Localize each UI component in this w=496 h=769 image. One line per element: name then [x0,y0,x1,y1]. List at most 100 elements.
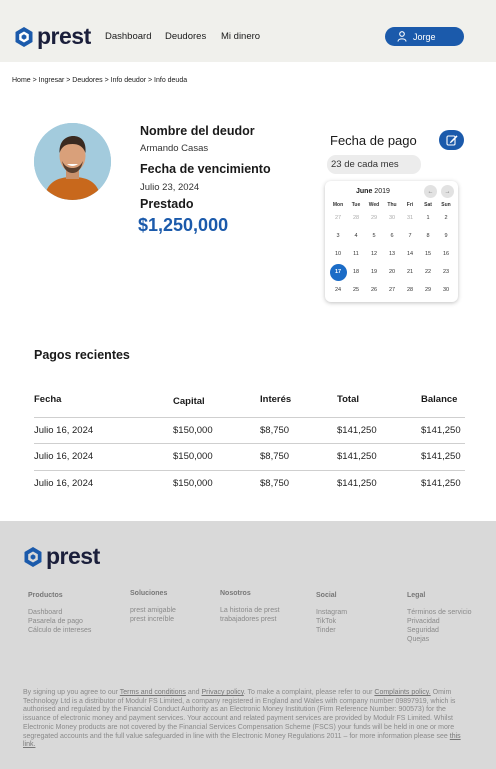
column-header-total: Total [337,394,359,405]
footer-link[interactable]: Seguridad [407,627,439,634]
cell-total: $141,250 [337,451,377,462]
calendar-month-year: June 2019 [356,188,390,195]
footer-link[interactable]: Quejas [407,636,429,643]
calendar-day[interactable]: 12 [365,247,383,261]
calendar-day[interactable]: 22 [419,265,437,279]
cell-capital: $150,000 [173,451,213,462]
cell-balance: $141,250 [421,478,461,489]
calendar-day[interactable]: 26 [365,283,383,297]
person-portrait-icon [34,123,111,200]
calendar-day[interactable]: 13 [383,247,401,261]
calendar-day[interactable]: 8 [419,229,437,243]
calendar-day[interactable]: 27 [329,211,347,225]
payment-date-field[interactable]: 23 de cada mes [327,155,421,174]
calendar-day[interactable]: 29 [365,211,383,225]
brand-name: prest [37,23,91,49]
weekday-label: Fri [406,202,414,208]
nav-mi-dinero[interactable]: Mi dinero [221,31,260,42]
calendar-widget: June 2019 ← → Mon Tue Wed Thu Fri Sat Su… [325,181,458,302]
calendar-day[interactable]: 9 [437,229,455,243]
nav-dashboard[interactable]: Dashboard [105,31,151,42]
calendar-day[interactable]: 4 [347,229,365,243]
calendar-day-selected[interactable]: 17 [329,263,347,281]
footer-link[interactable]: Dashboard [28,609,62,616]
calendar-day[interactable]: 21 [401,265,419,279]
cell-balance: $141,250 [421,451,461,462]
column-header-fecha: Fecha [34,394,62,405]
column-header-interes: Interés [260,394,292,405]
calendar-day[interactable]: 6 [383,229,401,243]
user-menu-button[interactable]: Jorge [385,27,464,46]
brand-logo[interactable]: prest [14,25,91,48]
calendar-day[interactable]: 11 [347,247,365,261]
legal-text: . To make a complaint, please refer to o… [243,689,375,696]
nav-deudores[interactable]: Deudores [165,31,206,42]
calendar-day[interactable]: 28 [401,283,419,297]
debtor-avatar [34,123,111,200]
calendar-day[interactable]: 15 [419,247,437,261]
edit-payment-date-button[interactable] [439,130,464,150]
calendar-day[interactable]: 10 [329,247,347,261]
weekday-label: Sun [441,202,451,208]
footer-link[interactable]: La historia de prest [220,607,280,614]
footer-brand-name: prest [46,543,100,569]
calendar-day[interactable]: 2 [437,211,455,225]
calendar-month: June [356,188,373,195]
due-date-label: Fecha de vencimiento [140,162,271,176]
hexagon-logo-icon [24,546,42,567]
calendar-day[interactable]: 27 [383,283,401,297]
calendar-day[interactable]: 5 [365,229,383,243]
privacy-link[interactable]: Privacy policy [202,689,244,696]
calendar-year: 2019 [374,188,390,195]
footer-link[interactable]: prest increíble [130,616,174,623]
lent-label: Prestado [140,197,194,211]
footer-link[interactable]: Tinder [316,627,336,634]
calendar-day[interactable]: 24 [329,283,347,297]
calendar-day[interactable]: 28 [347,211,365,225]
footer-link[interactable]: Instagram [316,609,347,616]
calendar-day[interactable]: 29 [419,283,437,297]
calendar-day[interactable]: 18 [347,265,365,279]
calendar-day[interactable]: 1 [419,211,437,225]
footer-link[interactable]: prest amigable [130,607,176,614]
calendar-day[interactable]: 14 [401,247,419,261]
footer-link[interactable]: TikTok [316,618,336,625]
calendar-day[interactable]: 3 [329,229,347,243]
calendar-day[interactable]: 25 [347,283,365,297]
complaints-link[interactable]: Complaints policy. [374,689,430,696]
footer-col-title-legal: Legal [407,592,426,599]
calendar-day[interactable]: 23 [437,265,455,279]
table-divider [34,470,465,471]
column-header-capital: Capital [173,396,205,407]
user-icon [397,31,407,42]
footer-col-title-productos: Productos [28,592,63,599]
calendar-day[interactable]: 19 [365,265,383,279]
recent-payments-title: Pagos recientes [34,348,130,362]
footer-brand-logo[interactable]: prest [23,545,100,568]
footer-link[interactable]: Términos de servicio [407,609,472,616]
calendar-day[interactable]: 31 [401,211,419,225]
footer-col-title-soluciones: Soluciones [130,590,168,597]
calendar-day[interactable]: 16 [437,247,455,261]
lent-amount: $1,250,000 [138,215,229,235]
calendar-prev-button[interactable]: ← [424,185,437,198]
cell-balance: $141,250 [421,425,461,436]
calendar-day[interactable]: 7 [401,229,419,243]
cell-fecha: Julio 16, 2024 [34,425,94,436]
footer-link[interactable]: Cálculo de intereses [28,627,91,634]
breadcrumb[interactable]: Home > Ingresar > Deudores > Info deudor… [12,77,187,84]
footer-link[interactable]: trabajadores prest [220,616,276,623]
calendar-next-button[interactable]: → [441,185,454,198]
terms-link[interactable]: Terms and conditions [120,689,186,696]
calendar-day[interactable]: 30 [437,283,455,297]
footer-link[interactable]: Privacidad [407,618,440,625]
debtor-name-value: Armando Casas [140,143,209,154]
cell-interes: $8,750 [260,478,290,489]
user-name: Jorge [413,31,436,42]
calendar-day[interactable]: 20 [383,265,401,279]
footer-link[interactable]: Pasarela de pago [28,618,83,625]
legal-text: By signing up you agree to our [23,689,120,696]
table-divider [34,417,465,418]
cell-fecha: Julio 16, 2024 [34,478,94,489]
calendar-day[interactable]: 30 [383,211,401,225]
